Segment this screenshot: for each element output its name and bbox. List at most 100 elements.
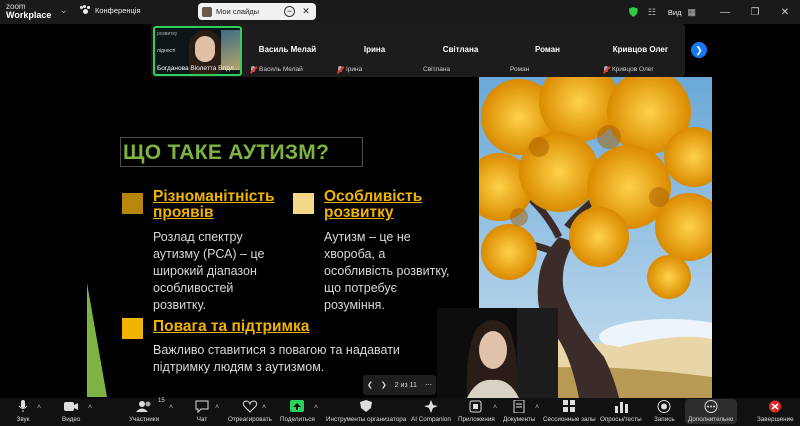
host-tools-shield-icon xyxy=(358,400,374,413)
chevron-up-icon[interactable]: ˄ xyxy=(493,404,497,411)
title-bar-right: ☷ Вид ▦ — ❐ ✕ xyxy=(628,0,800,24)
restore-icon[interactable]: ❐ xyxy=(740,7,770,18)
block-text: Розлад спектру аутизму (РСА) – це широки… xyxy=(153,230,265,312)
meeting-toolbar: Звук ˄ Видео ˄ 15 Участники ˄ Чат ˄ Отре… xyxy=(0,398,800,426)
chevron-up-icon[interactable]: ˄ xyxy=(88,404,92,411)
audio-button[interactable]: Звук xyxy=(15,400,31,426)
host-tools-button[interactable]: Инструменты организатора xyxy=(326,400,406,426)
apps-button[interactable]: Приложения xyxy=(458,400,495,426)
record-button[interactable]: Запись xyxy=(654,400,675,426)
chevron-down-icon[interactable]: ⌄ xyxy=(60,5,68,16)
bullet-square xyxy=(122,193,143,214)
slide-counter: 2 из 11 xyxy=(394,381,417,389)
next-slide-icon[interactable]: ❯ xyxy=(381,381,387,389)
participant-display-name: Василь Мелай xyxy=(258,45,317,54)
documents-button[interactable]: Документы xyxy=(503,399,536,426)
participant-label: Василь Мелай xyxy=(259,66,303,73)
tile-background-text: розвитку xyxy=(157,31,178,37)
polls-button[interactable]: Опросы/тесты xyxy=(600,400,642,426)
share-button[interactable]: Поделиться xyxy=(280,400,315,426)
slide-title: ЩО ТАКЕ АУТИЗМ? xyxy=(123,141,330,164)
chat-button[interactable]: Чат xyxy=(194,400,210,426)
toolbar-label: Завершение xyxy=(757,416,794,423)
participant-tile[interactable]: Василь Мелай Василь Мелай xyxy=(244,26,331,76)
participant-label: Світлана xyxy=(423,66,451,73)
more-icon xyxy=(703,400,719,413)
more-icon[interactable]: ⋯ xyxy=(425,381,432,389)
tile-background-text: лідності xyxy=(157,48,176,54)
toolbar-label: Запись xyxy=(654,416,675,423)
participant-tile[interactable]: Роман Роман xyxy=(504,26,591,76)
minimize-icon[interactable]: — xyxy=(710,7,740,18)
toolbar-label: Дополнительно xyxy=(688,416,734,423)
block-text: Аутизм – це не хвороба, а особливість ро… xyxy=(324,230,450,312)
participant-display-name: Роман xyxy=(534,45,560,54)
speaker-face xyxy=(195,36,215,62)
block-heading: Повага та підтримка xyxy=(153,318,310,335)
mic-muted-icon xyxy=(250,66,256,73)
participant-display-name: Кривцов Олег xyxy=(612,45,669,54)
chevron-up-icon[interactable]: ˄ xyxy=(535,404,539,411)
participant-label: Ірина xyxy=(346,66,363,73)
stop-share-icon[interactable]: − xyxy=(284,6,295,17)
record-icon xyxy=(656,400,672,413)
video-button[interactable]: Видео xyxy=(62,400,80,426)
participant-tile[interactable]: Світлана Світлана xyxy=(417,26,504,76)
participant-tile[interactable]: Кривцов Олег Кривцов Олег xyxy=(597,26,684,76)
toolbar-label: Инструменты организатора xyxy=(326,416,407,423)
share-label: Мои слайды xyxy=(216,7,260,16)
zoom-logo: zoom Workplace xyxy=(6,2,51,20)
microphone-icon xyxy=(15,400,31,413)
toolbar-label: Отреагировать xyxy=(228,416,272,423)
close-icon[interactable]: ✕ xyxy=(299,6,313,17)
ai-sparkle-icon xyxy=(423,400,439,413)
share-screen-icon xyxy=(289,400,305,413)
toolbar-label: Документы xyxy=(503,416,536,423)
block-heading: Різноманітність проявів xyxy=(153,188,275,221)
prev-slide-icon[interactable]: ❮ xyxy=(367,381,373,389)
video-camera-icon xyxy=(63,400,79,413)
chevron-up-icon[interactable]: ˄ xyxy=(215,404,219,411)
security-shield-icon[interactable] xyxy=(628,7,638,17)
share-thumbnail xyxy=(202,6,212,17)
participant-label: Роман xyxy=(510,66,530,73)
mic-muted-icon xyxy=(337,66,343,73)
participant-display-name: Світлана xyxy=(442,45,479,54)
end-meeting-button[interactable]: Завершение xyxy=(757,400,794,426)
bullet-square xyxy=(122,318,143,339)
next-page-icon[interactable]: ❯ xyxy=(691,42,707,58)
breakout-rooms-button[interactable]: Сессионные залы xyxy=(543,400,596,426)
participants-button[interactable]: 15 Участники xyxy=(129,398,165,426)
participant-label: Кривцов Олег xyxy=(612,66,654,73)
close-window-icon[interactable]: ✕ xyxy=(770,7,800,18)
participant-tile[interactable]: Ірина Ірина xyxy=(331,26,418,76)
polls-icon xyxy=(613,400,629,413)
speaker-name: Богданова Віолетта Влдл... xyxy=(157,65,240,72)
chevron-up-icon[interactable]: ˄ xyxy=(262,404,266,411)
green-triangle-decoration xyxy=(87,283,107,397)
view-button[interactable]: Вид xyxy=(668,8,682,17)
end-meeting-icon xyxy=(767,400,783,413)
block-text: Важливо ставитися з повагою та надавати … xyxy=(153,343,400,374)
heart-icon xyxy=(242,400,258,413)
mic-muted-icon xyxy=(603,66,609,73)
chevron-up-icon[interactable]: ˄ xyxy=(314,404,318,411)
participants-count: 15 xyxy=(158,398,165,404)
share-indicator[interactable]: Мои слайды − ✕ xyxy=(198,3,316,20)
chevron-up-icon[interactable]: ˄ xyxy=(37,404,41,411)
active-speaker-tile[interactable]: розвитку лідності Богданова Віолетта Влд… xyxy=(153,26,242,76)
ai-companion-button[interactable]: AI Companion xyxy=(411,400,451,426)
meeting-label: Конференція xyxy=(95,5,141,15)
toolbar-label: Звук xyxy=(16,416,30,423)
toolbar-label: Приложения xyxy=(458,416,495,423)
participants-strip: розвитку лідності Богданова Віолетта Влд… xyxy=(151,24,685,77)
more-button[interactable]: Дополнительно xyxy=(688,400,733,426)
presenter-video[interactable] xyxy=(437,308,558,398)
grid-view-icon[interactable]: ▦ xyxy=(687,7,696,18)
breakout-rooms-icon xyxy=(561,400,577,413)
gallery-icon[interactable]: ☷ xyxy=(648,7,656,18)
chevron-up-icon[interactable]: ˄ xyxy=(169,404,173,411)
meeting-info-button[interactable]: Конференція xyxy=(80,5,141,15)
paw-icon xyxy=(80,5,90,15)
participant-display-name: Ірина xyxy=(363,45,386,54)
